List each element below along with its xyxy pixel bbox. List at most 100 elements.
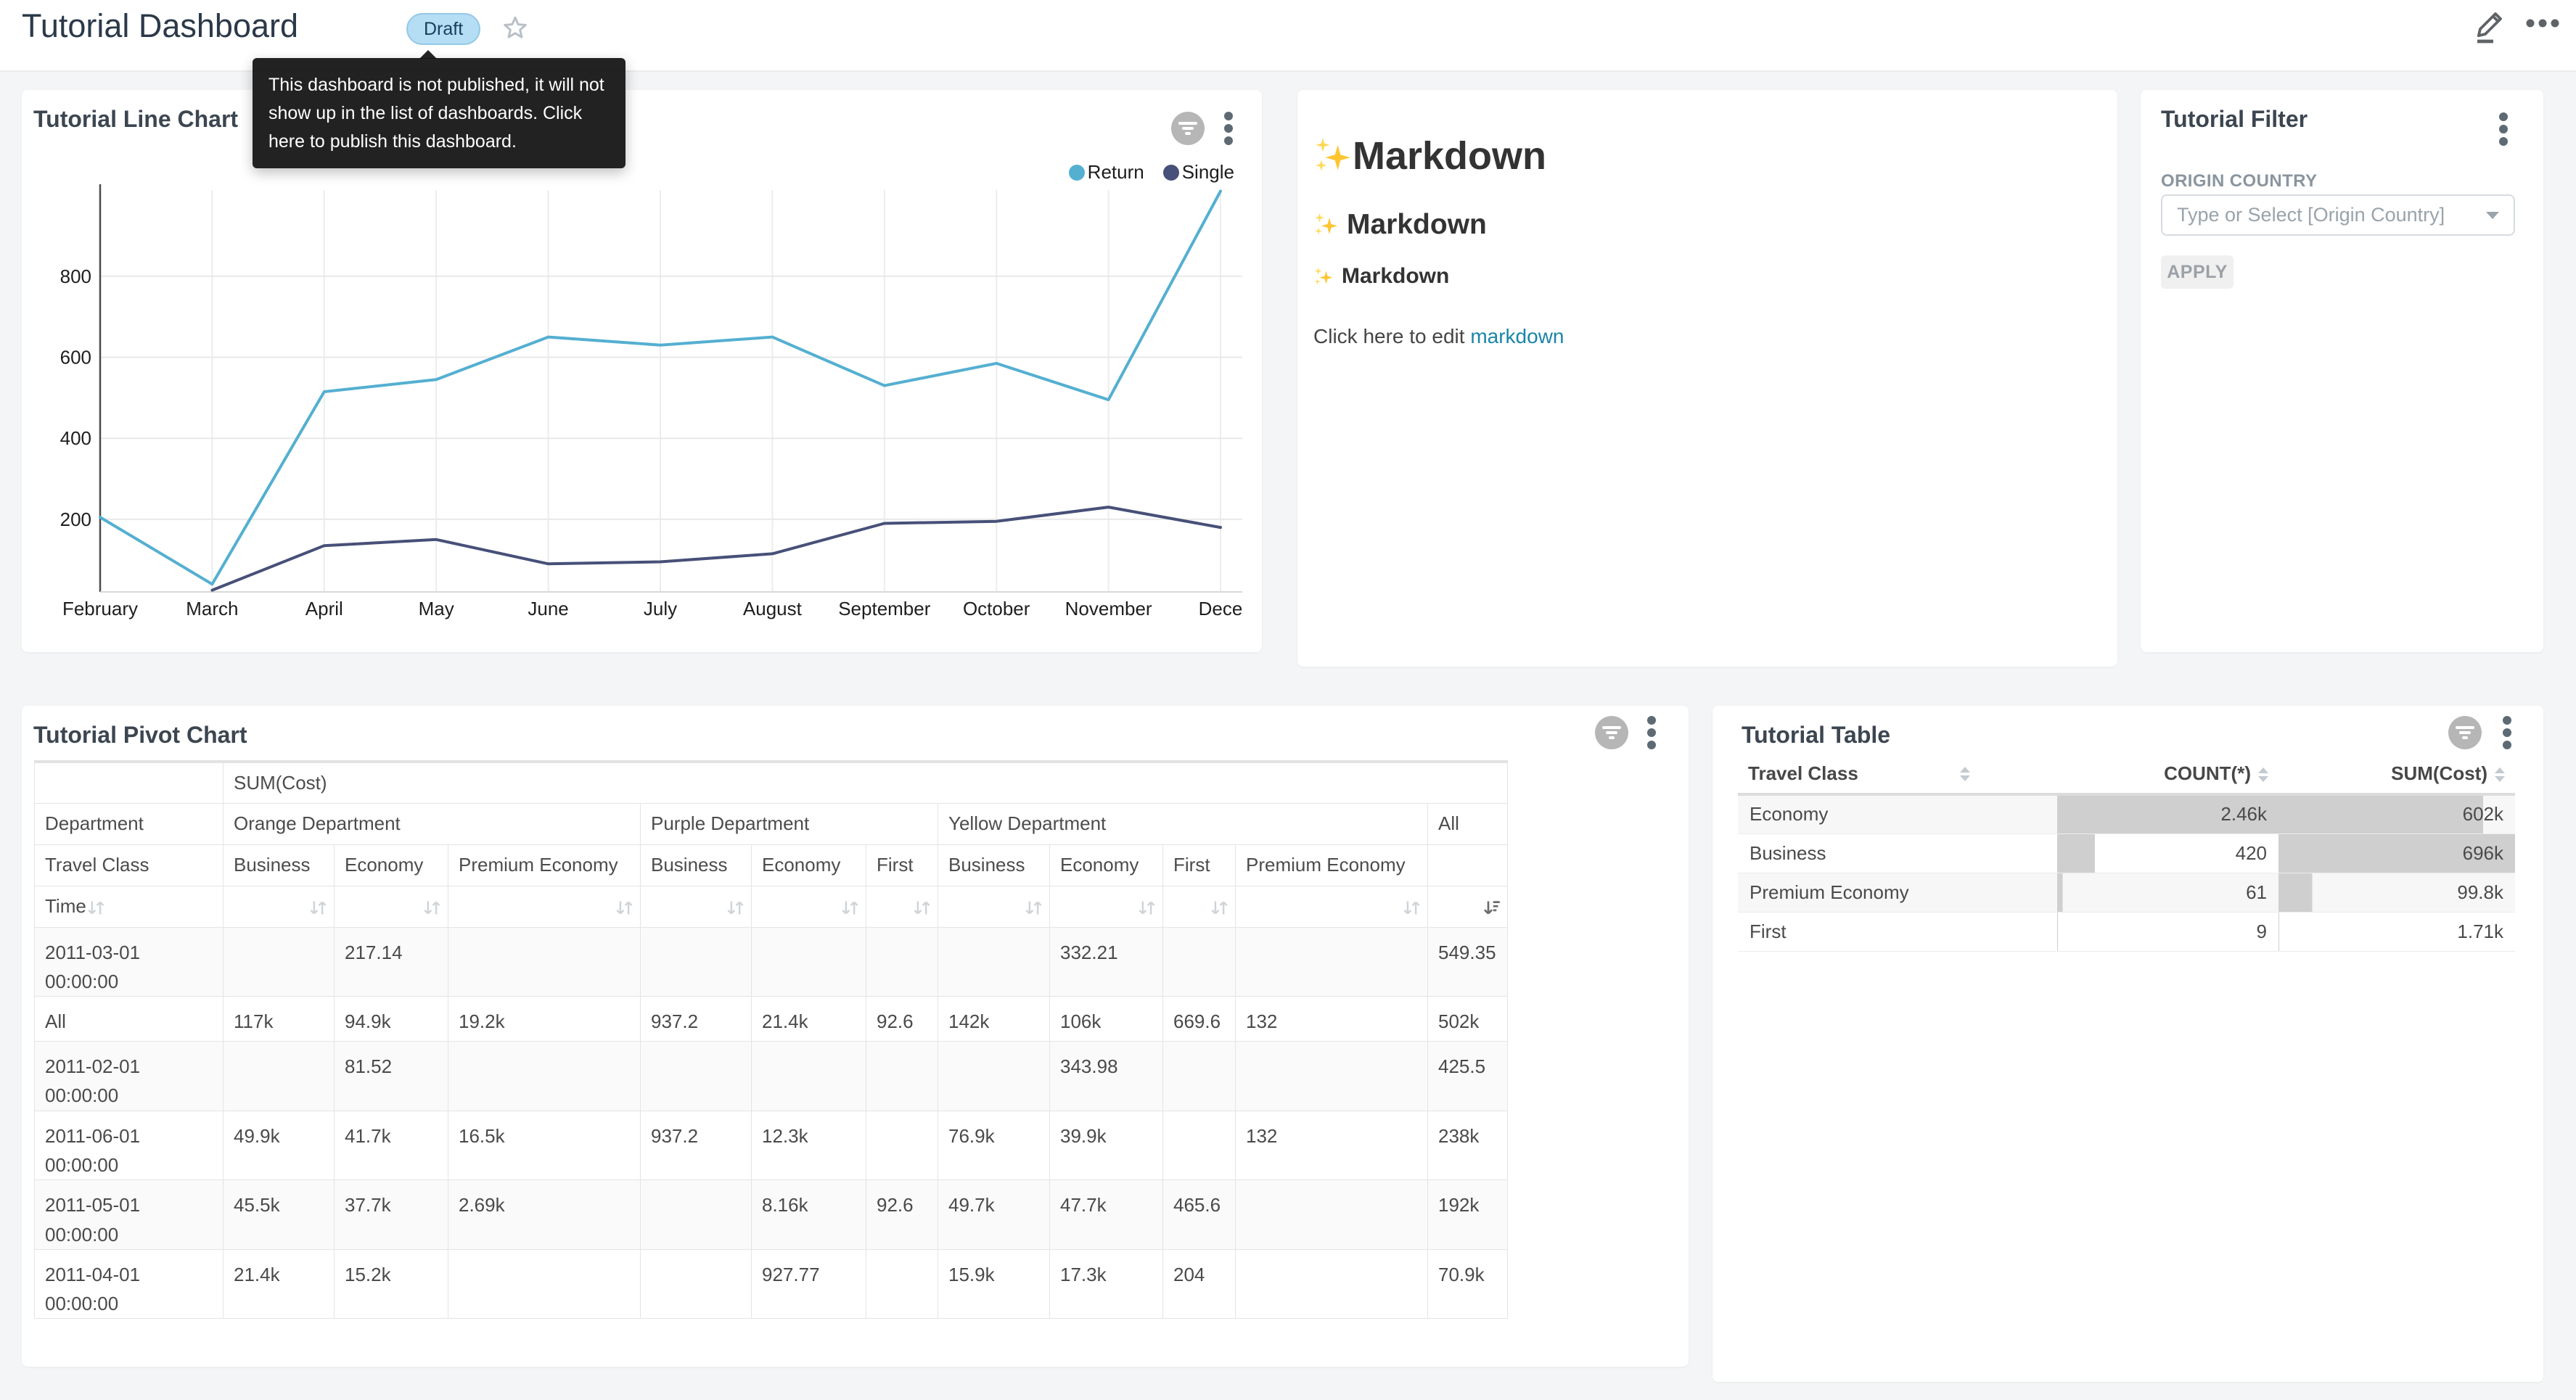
pivot-table: SUM(Cost)DepartmentOrange DepartmentPurp… bbox=[34, 760, 1508, 1319]
pivot-value-cell: 21.4k bbox=[223, 1249, 335, 1319]
edit-markdown-link[interactable]: markdown bbox=[1470, 325, 1564, 347]
pivot-time-cell: 2011-06-01 00:00:00 bbox=[35, 1111, 223, 1180]
pivot-sort-cell[interactable] bbox=[1236, 886, 1428, 927]
markdown-panel: Markdown Markdown Markdown Click here to… bbox=[1297, 90, 2117, 667]
col-header-count[interactable]: COUNT(*) bbox=[2057, 754, 2278, 794]
pivot-value-cell: 45.5k bbox=[223, 1180, 335, 1250]
pivot-sort-cell[interactable] bbox=[1050, 886, 1163, 927]
pivot-value-cell bbox=[1163, 1111, 1236, 1180]
pivot-value-cell bbox=[938, 927, 1050, 997]
markdown-h3-text: Markdown bbox=[1342, 264, 1449, 289]
svg-text:400: 400 bbox=[60, 427, 91, 449]
sparkles-icon bbox=[1313, 267, 1333, 287]
sort-icon[interactable] bbox=[1402, 898, 1422, 918]
pivot-sort-cell[interactable] bbox=[1163, 886, 1236, 927]
filter-field-label: ORIGIN COUNTRY bbox=[2161, 171, 2317, 192]
chevron-down-icon bbox=[2486, 212, 2499, 219]
pivot-value-cell bbox=[752, 1042, 866, 1111]
col-header-travel-class[interactable]: Travel Class bbox=[1738, 754, 2057, 794]
pivot-value-cell bbox=[866, 1111, 938, 1180]
pivot-col-label: First bbox=[1163, 844, 1236, 886]
draft-status-badge[interactable]: Draft bbox=[406, 13, 480, 45]
pivot-value-cell: 15.9k bbox=[938, 1249, 1050, 1319]
pivot-sort-cell[interactable] bbox=[1428, 886, 1508, 927]
svg-text:November: November bbox=[1065, 598, 1152, 619]
sort-caret-icon bbox=[2258, 767, 2268, 782]
pivot-value-cell bbox=[1236, 1249, 1428, 1319]
edit-pencil-icon[interactable] bbox=[2470, 6, 2508, 46]
pivot-value-cell bbox=[641, 1249, 752, 1319]
pivot-row: All117k94.9k19.2k937.221.4k92.6142k106k6… bbox=[35, 997, 1508, 1042]
sort-icon[interactable] bbox=[1210, 898, 1229, 918]
pivot-time-cell: All bbox=[35, 997, 223, 1042]
sort-icon[interactable] bbox=[1137, 898, 1157, 918]
pivot-sort-cell[interactable] bbox=[752, 886, 866, 927]
table-row: First91.71k bbox=[1738, 912, 2515, 951]
travel-class-table: Travel ClassCOUNT(*)SUM(Cost)Economy2.46… bbox=[1738, 754, 2515, 952]
sort-icon[interactable] bbox=[1024, 898, 1043, 918]
page-title: Tutorial Dashboard bbox=[22, 7, 298, 45]
pivot-value-cell: 332.21 bbox=[1050, 927, 1163, 997]
filter-badge-icon[interactable] bbox=[1594, 715, 1629, 754]
pivot-sort-cell[interactable] bbox=[335, 886, 448, 927]
markdown-heading-2: Markdown bbox=[1313, 209, 1487, 241]
count-cell: 2.46k bbox=[2057, 794, 2278, 833]
pivot-row: 2011-05-01 00:00:0045.5k37.7k2.69k8.16k9… bbox=[35, 1180, 1508, 1250]
origin-country-select[interactable]: Type or Select [Origin Country] bbox=[2161, 194, 2515, 236]
sort-icon[interactable] bbox=[422, 898, 442, 918]
pivot-col-label: Business bbox=[223, 844, 335, 886]
pivot-value-cell: 549.35 bbox=[1428, 927, 1508, 997]
pivot-sort-cell[interactable] bbox=[938, 886, 1050, 927]
table-row: Economy2.46k602k bbox=[1738, 794, 2515, 833]
pivot-value-cell: 39.9k bbox=[1050, 1111, 1163, 1180]
line-chart[interactable]: 200400600800FebruaryMarchAprilMayJuneJul… bbox=[22, 90, 1262, 652]
svg-text:200: 200 bbox=[60, 508, 91, 530]
pivot-col-group: Yellow Department bbox=[938, 803, 1428, 844]
favorite-star-icon[interactable] bbox=[501, 14, 530, 43]
svg-text:September: September bbox=[838, 598, 931, 619]
kebab-menu-icon[interactable] bbox=[2502, 715, 2512, 754]
pivot-value-cell bbox=[752, 927, 866, 997]
kebab-menu-icon[interactable] bbox=[1646, 715, 1657, 754]
pivot-time-cell: 2011-03-01 00:00:00 bbox=[35, 927, 223, 997]
pivot-value-cell: 21.4k bbox=[752, 997, 866, 1042]
sort-icon[interactable] bbox=[86, 898, 106, 918]
pivot-time-cell: 2011-05-01 00:00:00 bbox=[35, 1180, 223, 1250]
svg-text:600: 600 bbox=[60, 347, 91, 368]
pivot-value-cell: 927.77 bbox=[752, 1249, 866, 1319]
pivot-sort-cell[interactable] bbox=[223, 886, 335, 927]
sort-icon[interactable] bbox=[840, 898, 860, 918]
pivot-col-label: Business bbox=[641, 844, 752, 886]
pivot-sort-time-cell[interactable]: Time bbox=[35, 886, 223, 927]
pivot-value-cell: 132 bbox=[1236, 1111, 1428, 1180]
pivot-sort-cell[interactable] bbox=[866, 886, 938, 927]
col-header-sum-cost[interactable]: SUM(Cost) bbox=[2278, 754, 2515, 794]
pivot-sort-cell[interactable] bbox=[641, 886, 752, 927]
more-menu-icon[interactable] bbox=[2524, 16, 2561, 30]
pivot-value-cell: 76.9k bbox=[938, 1111, 1050, 1180]
sum-cost-cell: 696k bbox=[2278, 833, 2515, 873]
pivot-value-cell bbox=[448, 927, 641, 997]
sparkles-icon bbox=[1313, 213, 1338, 237]
pivot-row: 2011-06-01 00:00:0049.9k41.7k16.5k937.21… bbox=[35, 1111, 1508, 1180]
sort-icon[interactable] bbox=[912, 898, 932, 918]
pivot-col-label: Economy bbox=[335, 844, 448, 886]
svg-text:July: July bbox=[644, 598, 677, 619]
pivot-value-cell: 81.52 bbox=[335, 1042, 448, 1111]
pivot-value-cell: 92.6 bbox=[866, 1180, 938, 1250]
pivot-sort-cell[interactable] bbox=[448, 886, 641, 927]
apply-button[interactable]: APPLY bbox=[2161, 255, 2234, 289]
markdown-heading-1: Markdown bbox=[1313, 133, 1546, 178]
pivot-value-cell bbox=[1163, 927, 1236, 997]
filter-badge-icon[interactable] bbox=[2448, 715, 2482, 754]
pivot-value-cell: 2.69k bbox=[448, 1180, 641, 1250]
panel-title: Tutorial Pivot Chart bbox=[33, 722, 247, 749]
sort-icon[interactable] bbox=[308, 898, 328, 918]
sort-icon[interactable] bbox=[726, 898, 745, 918]
sort-icon[interactable] bbox=[615, 898, 634, 918]
sort-desc-active-icon[interactable] bbox=[1482, 898, 1501, 918]
pivot-value-cell bbox=[866, 927, 938, 997]
kebab-menu-icon[interactable] bbox=[2498, 112, 2509, 150]
pivot-value-cell: 217.14 bbox=[335, 927, 448, 997]
pivot-value-cell bbox=[1236, 1042, 1428, 1111]
